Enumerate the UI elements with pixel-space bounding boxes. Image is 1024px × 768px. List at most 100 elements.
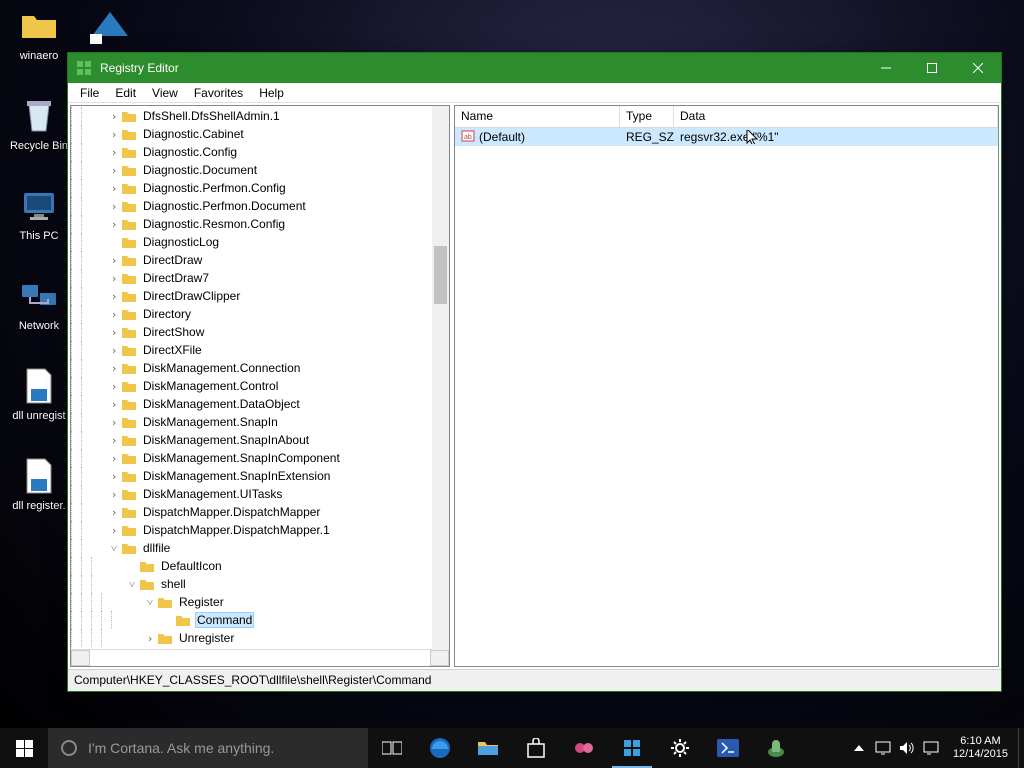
taskbar-app-unknown2[interactable]	[752, 728, 800, 768]
expand-toggle[interactable]: ˅	[107, 542, 121, 555]
titlebar[interactable]: Registry Editor	[68, 53, 1001, 83]
expand-toggle[interactable]: ›	[107, 326, 121, 339]
expand-toggle[interactable]: ›	[107, 110, 121, 123]
tree-pane[interactable]: ›DfsShell.DfsShellAdmin.1›Diagnostic.Cab…	[70, 105, 450, 667]
tree-node[interactable]: ›Diagnostic.Document	[71, 161, 432, 179]
taskbar-app-unknown1[interactable]	[560, 728, 608, 768]
taskbar-app-powershell[interactable]	[704, 728, 752, 768]
start-button[interactable]	[0, 728, 48, 768]
show-desktop-button[interactable]	[1018, 728, 1024, 768]
tree-node[interactable]: ›DiskManagement.SnapInExtension	[71, 467, 432, 485]
tree-node[interactable]: ˅shell	[71, 575, 432, 593]
expand-toggle[interactable]: ˅	[125, 578, 139, 591]
expand-toggle[interactable]: ›	[107, 416, 121, 429]
tree-node[interactable]: ˅dllfile	[71, 539, 432, 557]
expand-toggle[interactable]: ›	[107, 254, 121, 267]
tray-icon[interactable]	[871, 741, 895, 755]
expand-toggle[interactable]: ›	[107, 290, 121, 303]
menu-help[interactable]: Help	[251, 84, 292, 102]
expand-toggle[interactable]: ›	[107, 128, 121, 141]
expand-toggle[interactable]: ›	[107, 146, 121, 159]
column-header-type[interactable]: Type	[620, 106, 674, 127]
tree-node[interactable]: ›DiskManagement.Connection	[71, 359, 432, 377]
tree-node[interactable]: ›Diagnostic.Config	[71, 143, 432, 161]
minimize-button[interactable]	[863, 53, 909, 83]
tree-node[interactable]: ›DiskManagement.SnapInAbout	[71, 431, 432, 449]
expand-toggle[interactable]: ›	[107, 344, 121, 357]
taskbar-app-edge[interactable]	[416, 728, 464, 768]
desktop-icon-recycle-bin[interactable]: Recycle Bin	[4, 96, 74, 174]
close-button[interactable]	[955, 53, 1001, 83]
tree-node[interactable]: ›DispatchMapper.DispatchMapper.1	[71, 521, 432, 539]
desktop-icon-network[interactable]: Network	[4, 276, 74, 354]
tree-horizontal-scrollbar[interactable]	[71, 649, 449, 666]
expand-toggle[interactable]: ›	[107, 362, 121, 375]
tree-node[interactable]: ›Diagnostic.Perfmon.Document	[71, 197, 432, 215]
tree-node[interactable]: ›DiskManagement.UITasks	[71, 485, 432, 503]
tree-node[interactable]: ˅Register	[71, 593, 432, 611]
column-header-name[interactable]: Name	[455, 106, 620, 127]
expand-toggle[interactable]: ›	[143, 632, 157, 645]
expand-toggle[interactable]: ›	[107, 164, 121, 177]
tree-node[interactable]: ›DirectShow	[71, 323, 432, 341]
expand-toggle[interactable]: ›	[107, 200, 121, 213]
tree-node[interactable]: DefaultIcon	[71, 557, 432, 575]
desktop-icon-shortcut[interactable]	[86, 6, 134, 51]
tray-show-hidden[interactable]	[847, 745, 871, 751]
tree-node[interactable]: ›Unregister	[71, 629, 432, 647]
tree-node[interactable]: ›DirectDraw7	[71, 269, 432, 287]
tray-notifications[interactable]	[919, 741, 943, 755]
tree-node[interactable]: ›DfsShell.DfsShellAdmin.1	[71, 107, 432, 125]
tree-node[interactable]: ›Diagnostic.Cabinet	[71, 125, 432, 143]
menu-edit[interactable]: Edit	[107, 84, 144, 102]
taskbar-app-store[interactable]	[512, 728, 560, 768]
tree-node[interactable]: ›Diagnostic.Perfmon.Config	[71, 179, 432, 197]
desktop-icon-this-pc[interactable]: This PC	[4, 186, 74, 264]
expand-toggle[interactable]: ›	[107, 272, 121, 285]
tree-node[interactable]: ›DirectXFile	[71, 341, 432, 359]
expand-toggle[interactable]: ›	[107, 380, 121, 393]
taskbar-app-explorer[interactable]	[464, 728, 512, 768]
expand-toggle[interactable]: ˅	[143, 596, 157, 609]
menu-favorites[interactable]: Favorites	[186, 84, 251, 102]
expand-toggle[interactable]: ›	[107, 218, 121, 231]
tree-node[interactable]: ›DiskManagement.DataObject	[71, 395, 432, 413]
tree-node[interactable]: ›Diagnostic.Resmon.Config	[71, 215, 432, 233]
values-pane[interactable]: Name Type Data ab(Default)REG_SZregsvr32…	[454, 105, 999, 667]
expand-toggle[interactable]: ›	[107, 308, 121, 321]
expand-toggle[interactable]: ›	[107, 452, 121, 465]
taskbar-app-regedit[interactable]	[608, 728, 656, 768]
taskbar-app-settings[interactable]	[656, 728, 704, 768]
desktop-icon-winaero[interactable]: winaero	[4, 6, 74, 84]
maximize-button[interactable]	[909, 53, 955, 83]
tree-node[interactable]: ›DiskManagement.SnapInComponent	[71, 449, 432, 467]
column-header-data[interactable]: Data	[674, 106, 998, 127]
folder-icon	[121, 307, 137, 321]
tree-node[interactable]: DiagnosticLog	[71, 233, 432, 251]
list-row[interactable]: ab(Default)REG_SZregsvr32.exe "%1"	[455, 128, 998, 146]
menu-view[interactable]: View	[144, 84, 186, 102]
expand-toggle[interactable]: ›	[107, 506, 121, 519]
expand-toggle[interactable]: ›	[107, 182, 121, 195]
tree-node[interactable]: ›DispatchMapper.DispatchMapper	[71, 503, 432, 521]
desktop-icon-dll-unregister[interactable]: dll unregist	[4, 366, 74, 444]
tree-node[interactable]: ›DiskManagement.Control	[71, 377, 432, 395]
task-view-button[interactable]	[368, 728, 416, 768]
tree-node[interactable]: ›DiskManagement.SnapIn	[71, 413, 432, 431]
tray-volume[interactable]	[895, 741, 919, 755]
file-icon	[23, 457, 55, 495]
menu-file[interactable]: File	[72, 84, 107, 102]
cortana-search[interactable]: I'm Cortana. Ask me anything.	[48, 728, 368, 768]
tree-node[interactable]: Command	[71, 611, 432, 629]
desktop-icon-dll-register[interactable]: dll register.	[4, 456, 74, 534]
tree-node[interactable]: ›Directory	[71, 305, 432, 323]
taskbar-clock[interactable]: 6:10 AM 12/14/2015	[943, 735, 1018, 761]
tree-vertical-scrollbar[interactable]	[432, 106, 449, 666]
expand-toggle[interactable]: ›	[107, 470, 121, 483]
tree-node[interactable]: ›DirectDraw	[71, 251, 432, 269]
expand-toggle[interactable]: ›	[107, 398, 121, 411]
expand-toggle[interactable]: ›	[107, 524, 121, 537]
expand-toggle[interactable]: ›	[107, 488, 121, 501]
expand-toggle[interactable]: ›	[107, 434, 121, 447]
tree-node[interactable]: ›DirectDrawClipper	[71, 287, 432, 305]
